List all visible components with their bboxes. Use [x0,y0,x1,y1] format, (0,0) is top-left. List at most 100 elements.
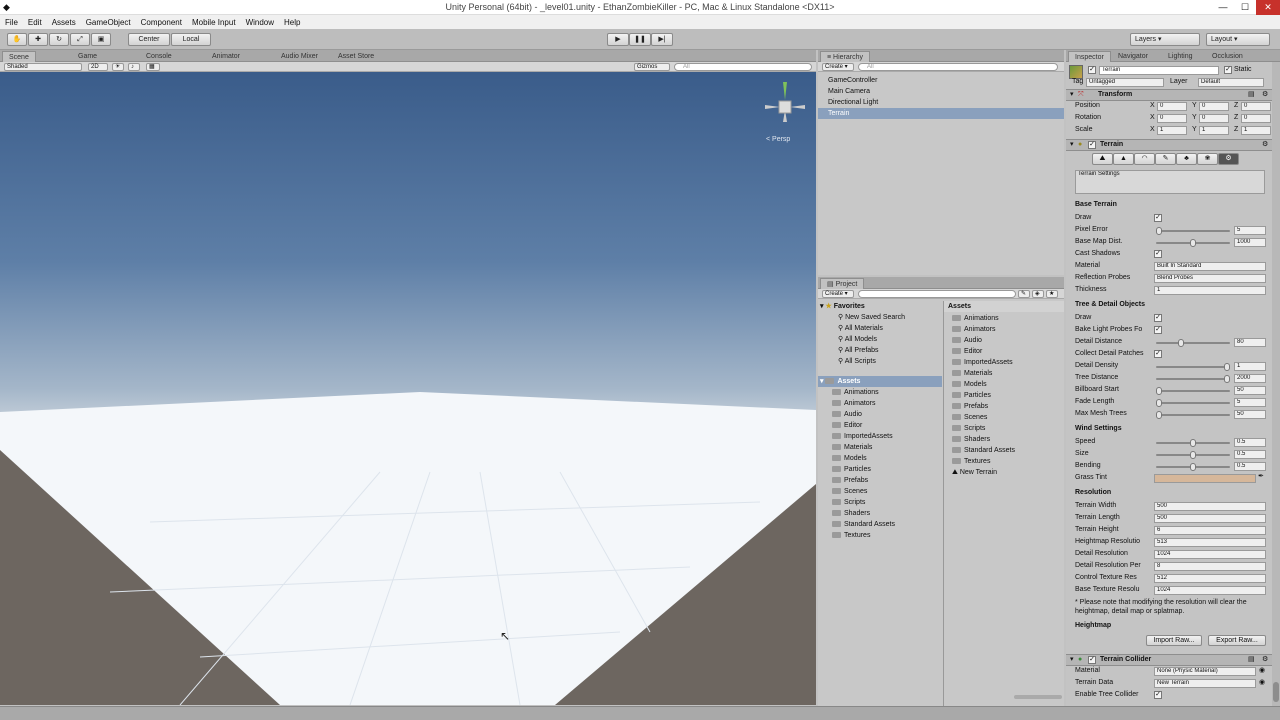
slider-knob[interactable] [1190,463,1196,471]
control-texture-res-input[interactable]: 512 [1154,574,1266,583]
cast-shadows-checkbox[interactable]: ✓ [1154,250,1162,258]
menu-window[interactable]: Window [241,18,279,27]
close-icon[interactable]: ✕ [1256,0,1280,15]
bending-input[interactable]: 0.5 [1234,462,1266,471]
export-raw-button[interactable]: Export Raw... [1208,635,1266,646]
paint-texture-tool-icon[interactable]: ✎ [1155,153,1176,165]
hand-tool-icon[interactable]: ✋ [7,33,27,46]
detail-resolution-input[interactable]: 1024 [1154,550,1266,559]
tab-lighting[interactable]: Lighting [1162,51,1199,62]
favorite-star-icon[interactable]: ★ [1046,290,1058,298]
heightmap-resolution-input[interactable]: 513 [1154,538,1266,547]
grass-tint-color-field[interactable] [1154,474,1256,483]
mode-2d-button[interactable]: 2D [88,63,108,71]
size-slider[interactable] [1156,451,1230,459]
position-z-input[interactable]: 0 [1241,102,1271,111]
tab-audio-mixer[interactable]: Audio Mixer [275,51,324,62]
menu-component[interactable]: Component [136,18,187,27]
scene-gizmo-icon[interactable] [760,82,810,132]
tab-navigator[interactable]: Navigator [1112,51,1154,62]
reflection-probes-dropdown[interactable]: Blend Probes [1154,274,1266,283]
move-tool-icon[interactable]: ✚ [28,33,48,46]
settings-gear-icon[interactable]: ⚙ [1262,655,1268,665]
settings-gear-icon[interactable]: ⚙ [1262,90,1268,100]
menu-file[interactable]: File [0,18,23,27]
tree-folder-item[interactable]: Standard Assets [818,519,942,530]
slider-knob[interactable] [1178,339,1184,347]
scale-tool-icon[interactable]: ⤢ [70,33,90,46]
tab-scene[interactable]: Scene [2,51,36,62]
help-book-icon[interactable]: ▤ [1248,655,1255,665]
hierarchy-item-directional-light[interactable]: Directional Light [818,97,1064,108]
size-input[interactable]: 0.5 [1234,450,1266,459]
asset-folder-item[interactable]: Materials [944,368,1064,379]
object-name-input[interactable]: Terrain [1099,66,1219,75]
terrain-width-input[interactable]: 500 [1154,502,1266,511]
tab-hierarchy[interactable]: ≡ Hierarchy [820,51,870,62]
tab-asset-store[interactable]: Asset Store [332,51,380,62]
scale-y-input[interactable]: 1 [1199,126,1229,135]
collect-detail-checkbox[interactable]: ✓ [1154,350,1162,358]
scale-x-input[interactable]: 1 [1157,126,1187,135]
draw-trees-checkbox[interactable]: ✓ [1154,314,1162,322]
lighting-toggle-icon[interactable]: ☀ [112,63,124,71]
scale-z-input[interactable]: 1 [1241,126,1271,135]
rotation-x-input[interactable]: 0 [1157,114,1187,123]
menu-edit[interactable]: Edit [23,18,47,27]
favorite-item[interactable]: ⚲ All Models [818,334,942,345]
asset-folder-item[interactable]: Animations [944,313,1064,324]
shading-mode-dropdown[interactable]: Shaded [4,63,82,71]
tab-console[interactable]: Console [140,51,178,62]
tree-distance-slider[interactable] [1156,375,1230,383]
pixel-error-slider[interactable] [1156,227,1230,235]
terrain-collider-header[interactable]: ▾ ● ✓ Terrain Collider ▤ ⚙ [1066,654,1280,666]
slider-knob[interactable] [1190,239,1196,247]
slider-knob[interactable] [1224,375,1230,383]
terrain-height-input[interactable]: 6 [1154,526,1266,535]
slider-knob[interactable] [1156,227,1162,235]
tree-folder-item[interactable]: Shaders [818,508,942,519]
speed-slider[interactable] [1156,439,1230,447]
settings-gear-icon[interactable]: ⚙ [1262,140,1268,150]
asset-folder-item[interactable]: Scenes [944,412,1064,423]
hierarchy-item-terrain[interactable]: Terrain [818,108,1064,119]
tree-folder-item[interactable]: ImportedAssets [818,431,942,442]
effects-toggle-icon[interactable]: ▦ [146,63,160,71]
layout-dropdown[interactable]: Layout ▾ [1206,33,1270,46]
object-picker-icon[interactable]: ◉ [1259,678,1265,688]
pixel-error-input[interactable]: 5 [1234,226,1266,235]
pivot-local-button[interactable]: Local [171,33,211,46]
asset-folder-item[interactable]: Audio [944,335,1064,346]
billboard-start-slider[interactable] [1156,387,1230,395]
tree-folder-item[interactable]: Audio [818,409,942,420]
terrain-settings-tool-icon[interactable]: ⚙ [1218,153,1239,165]
tree-folder-item[interactable]: Scripts [818,497,942,508]
tag-dropdown[interactable]: Untagged [1086,78,1164,87]
search-type-icon[interactable]: ✎ [1018,290,1030,298]
favorite-item[interactable]: ⚲ New Saved Search [818,312,942,323]
menu-mobile-input[interactable]: Mobile Input [187,18,241,27]
audio-toggle-icon[interactable]: ♪ [128,63,140,71]
play-icon[interactable]: ▶ [607,33,629,46]
asset-terrain-item[interactable]: ⛰ New Terrain [944,467,1064,478]
billboard-start-input[interactable]: 50 [1234,386,1266,395]
inspector-scrollbar[interactable] [1272,62,1280,706]
draw-checkbox[interactable]: ✓ [1154,214,1162,222]
collider-enabled-checkbox[interactable]: ✓ [1088,656,1096,664]
terrain-length-input[interactable]: 500 [1154,514,1266,523]
asset-folder-item[interactable]: Prefabs [944,401,1064,412]
rect-tool-icon[interactable]: ▣ [91,33,111,46]
icon-size-slider[interactable] [1014,695,1062,699]
pivot-center-button[interactable]: Center [128,33,170,46]
import-raw-button[interactable]: Import Raw... [1146,635,1202,646]
transform-header[interactable]: ▾ ⤧ Transform ▤ ⚙ [1066,89,1280,101]
detail-res-per-patch-input[interactable]: 8 [1154,562,1266,571]
rotate-tool-icon[interactable]: ↻ [49,33,69,46]
tree-folder-item[interactable]: Editor [818,420,942,431]
asset-folder-item[interactable]: Animators [944,324,1064,335]
static-checkbox[interactable]: ✓ [1224,66,1232,74]
project-search-input[interactable] [858,290,1016,298]
slider-knob[interactable] [1224,363,1230,371]
paint-height-tool-icon[interactable]: ▲ [1113,153,1134,165]
rotation-z-input[interactable]: 0 [1241,114,1271,123]
